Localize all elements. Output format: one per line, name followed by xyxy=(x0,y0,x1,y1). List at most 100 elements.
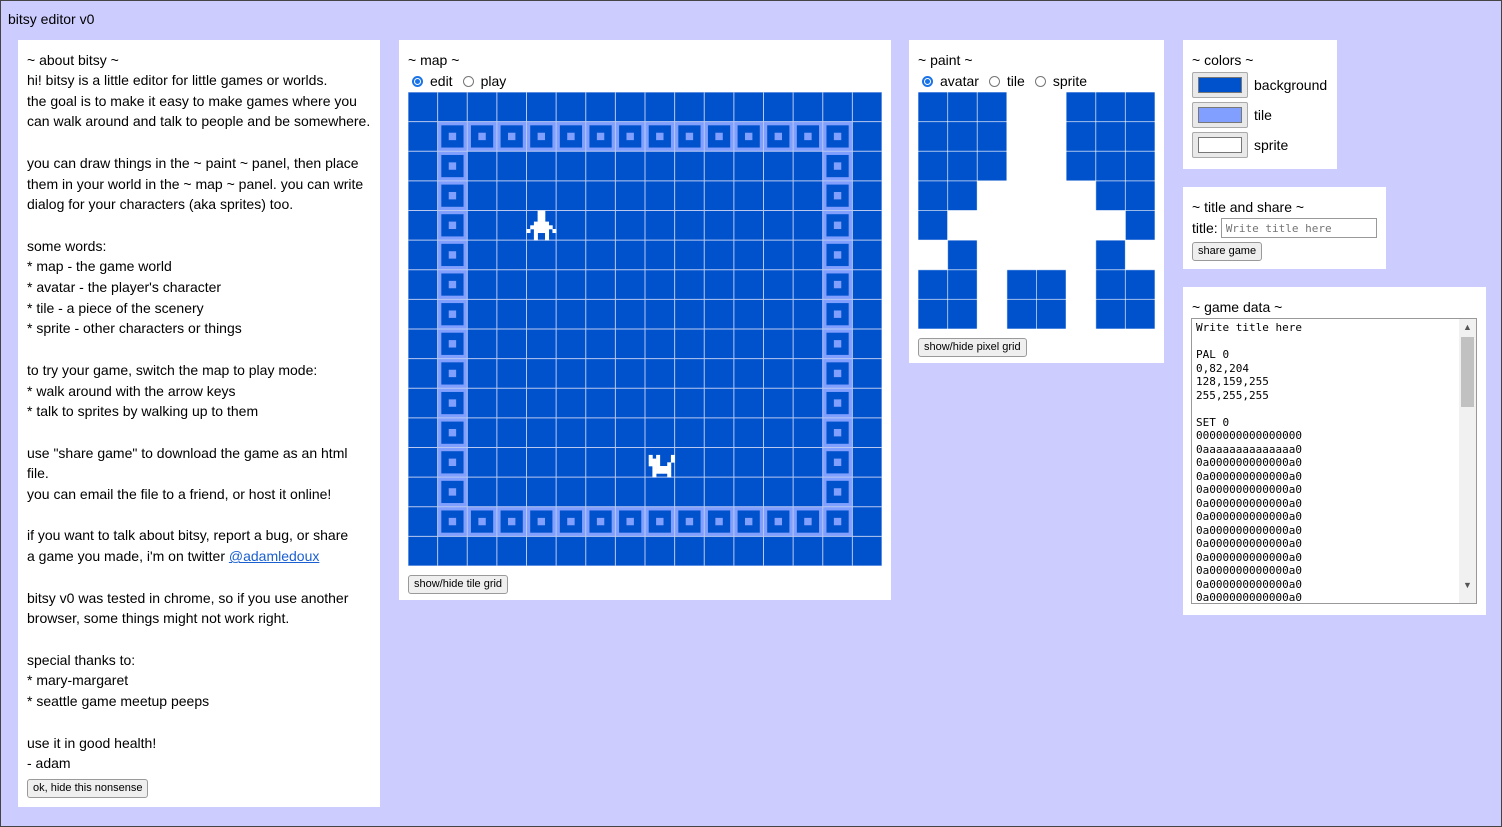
paint-pixel[interactable] xyxy=(918,240,948,270)
paint-pixel[interactable] xyxy=(1036,151,1067,181)
paint-pixel[interactable] xyxy=(1036,210,1067,241)
paint-pixel[interactable] xyxy=(1066,121,1096,152)
paint-pixel[interactable] xyxy=(1125,121,1155,152)
wall-tile xyxy=(556,506,586,537)
hide-about-button[interactable]: ok, hide this nonsense xyxy=(27,779,149,798)
paint-pixel[interactable] xyxy=(1066,269,1096,300)
paint-pixel[interactable] xyxy=(1125,269,1155,300)
paint-pixel[interactable] xyxy=(1095,151,1126,181)
background-color-picker[interactable] xyxy=(1192,72,1248,98)
paint-pixel[interactable] xyxy=(1006,180,1037,211)
paint-pixel[interactable] xyxy=(947,92,978,122)
paint-pixel[interactable] xyxy=(947,240,978,270)
share-game-button[interactable]: share game xyxy=(1192,242,1263,261)
paint-pixel[interactable] xyxy=(947,151,978,181)
tile-type-radio[interactable] xyxy=(988,75,1000,87)
paint-canvas[interactable] xyxy=(918,92,1155,329)
sprite-type-radio[interactable] xyxy=(1034,75,1046,87)
paint-pixel[interactable] xyxy=(1036,240,1067,270)
paint-pixel[interactable] xyxy=(1006,92,1037,122)
paint-pixel[interactable] xyxy=(1066,151,1096,181)
paint-pixel[interactable] xyxy=(977,121,1007,152)
sprite-type-label[interactable]: sprite xyxy=(1053,73,1087,89)
paint-pixel[interactable] xyxy=(918,180,948,211)
wall-tile xyxy=(793,506,823,537)
sprite-color-picker[interactable] xyxy=(1192,132,1248,158)
paint-pixel[interactable] xyxy=(977,210,1007,241)
paint-pixel[interactable] xyxy=(1036,121,1067,152)
paint-pixel[interactable] xyxy=(1095,240,1126,270)
toggle-tile-grid-button[interactable]: show/hide tile grid xyxy=(408,575,509,594)
paint-pixel[interactable] xyxy=(977,92,1007,122)
paint-pixel[interactable] xyxy=(1036,92,1067,122)
paint-pixel[interactable] xyxy=(1006,121,1037,152)
paint-pixel[interactable] xyxy=(1066,92,1096,122)
paint-pixel[interactable] xyxy=(1006,240,1037,270)
about-line: you can email the file to a friend, or h… xyxy=(27,486,332,503)
gamedata-text[interactable]: Write title here PAL 0 0,82,204 128,159,… xyxy=(1192,319,1462,603)
paint-pixel[interactable] xyxy=(1066,210,1096,241)
colors-panel: ~ colors ~ background tile sprite xyxy=(1183,40,1337,169)
paint-pixel[interactable] xyxy=(1125,240,1155,270)
twitter-link[interactable]: @adamledoux xyxy=(229,548,320,564)
paint-pixel[interactable] xyxy=(1095,121,1126,152)
paint-pixel[interactable] xyxy=(1036,299,1067,329)
wall-tile xyxy=(615,506,645,537)
play-mode-radio[interactable] xyxy=(462,75,474,87)
paint-pixel[interactable] xyxy=(977,240,1007,270)
paint-pixel[interactable] xyxy=(947,180,978,211)
paint-pixel[interactable] xyxy=(1095,92,1126,122)
paint-pixel[interactable] xyxy=(1036,269,1067,300)
paint-pixel[interactable] xyxy=(1006,151,1037,181)
paint-pixel[interactable] xyxy=(947,299,978,329)
gamedata-scrollbar[interactable]: ▲ ▼ xyxy=(1459,319,1476,603)
paint-pixel[interactable] xyxy=(918,151,948,181)
paint-pixel[interactable] xyxy=(1095,299,1126,329)
scroll-thumb[interactable] xyxy=(1461,337,1474,407)
paint-pixel[interactable] xyxy=(1125,210,1155,241)
avatar-type-radio[interactable] xyxy=(922,75,933,87)
paint-pixel[interactable] xyxy=(1066,180,1096,211)
paint-pixel[interactable] xyxy=(918,269,948,300)
paint-pixel[interactable] xyxy=(1095,210,1126,241)
paint-pixel[interactable] xyxy=(1006,269,1037,300)
paint-pixel[interactable] xyxy=(918,210,948,241)
scroll-down-arrow-icon[interactable]: ▼ xyxy=(1459,577,1476,593)
paint-pixel[interactable] xyxy=(1125,180,1155,211)
paint-pixel[interactable] xyxy=(918,121,948,152)
paint-pixel[interactable] xyxy=(977,269,1007,300)
gamedata-textarea[interactable]: Write title here PAL 0 0,82,204 128,159,… xyxy=(1191,318,1477,604)
paint-pixel[interactable] xyxy=(918,92,948,122)
paint-pixel[interactable] xyxy=(977,299,1007,329)
paint-pixel[interactable] xyxy=(918,299,948,329)
about-line: * mary-margaret xyxy=(27,672,129,689)
paint-pixel[interactable] xyxy=(1095,180,1126,211)
paint-pixel[interactable] xyxy=(977,180,1007,211)
tile-color-picker[interactable] xyxy=(1192,102,1248,128)
paint-pixel[interactable] xyxy=(977,151,1007,181)
edit-mode-radio[interactable] xyxy=(412,75,423,87)
wall-tile xyxy=(437,210,468,241)
scroll-up-arrow-icon[interactable]: ▲ xyxy=(1459,319,1476,335)
edit-mode-label[interactable]: edit xyxy=(430,73,453,89)
paint-pixel[interactable] xyxy=(947,210,978,241)
paint-pixel[interactable] xyxy=(947,269,978,300)
paint-pixel[interactable] xyxy=(1006,299,1037,329)
title-input[interactable] xyxy=(1220,218,1377,238)
paint-pixel[interactable] xyxy=(1066,240,1096,270)
tile-type-label[interactable]: tile xyxy=(1007,73,1025,89)
paint-pixel[interactable] xyxy=(1036,180,1067,211)
play-mode-label[interactable]: play xyxy=(481,73,507,89)
paint-pixel[interactable] xyxy=(1125,299,1155,329)
map-canvas[interactable] xyxy=(408,92,882,566)
paint-pixel[interactable] xyxy=(1006,210,1037,241)
paint-pixel[interactable] xyxy=(947,121,978,152)
about-line: * walk around with the arrow keys xyxy=(27,382,236,399)
paint-pixel[interactable] xyxy=(1125,92,1155,122)
wall-tile xyxy=(615,121,645,152)
paint-pixel[interactable] xyxy=(1066,299,1096,329)
toggle-pixel-grid-button[interactable]: show/hide pixel grid xyxy=(918,338,1027,357)
paint-pixel[interactable] xyxy=(1095,269,1126,300)
avatar-type-label[interactable]: avatar xyxy=(940,73,979,89)
paint-pixel[interactable] xyxy=(1125,151,1155,181)
